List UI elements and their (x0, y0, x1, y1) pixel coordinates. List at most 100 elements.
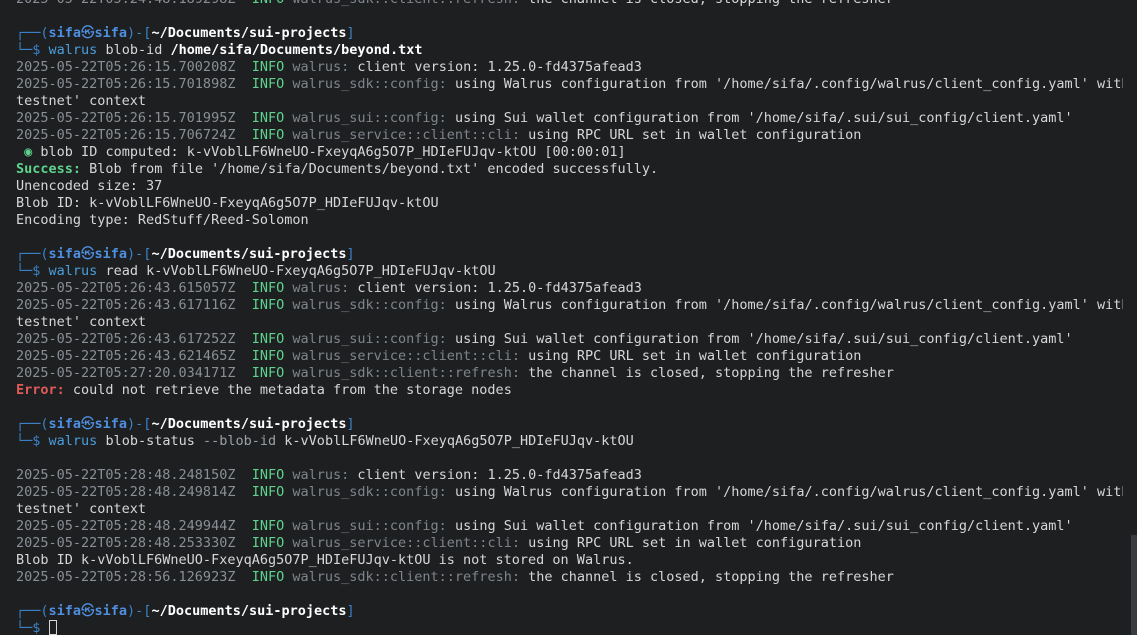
prompt-dollar: $ (32, 42, 41, 58)
log-message: using Walrus configuration from '/home/s… (454, 484, 1123, 500)
command-argument: blob-id (105, 42, 171, 58)
prompt-bracket: ] (346, 416, 355, 432)
command-argument: --blob-id (203, 433, 277, 449)
prompt-box-corner: └─ (16, 620, 33, 635)
prompt-separator: )-[ (127, 25, 152, 41)
output-line: testnet' context (16, 314, 1123, 331)
output-text: testnet' context (16, 501, 147, 517)
command-argument: read k-vVoblLF6WneUO-FxeyqA6g5O7P_HDIeFU… (105, 263, 496, 279)
log-line: 2025-05-22T05:26:15.701995Z INFO walrus_… (16, 110, 1123, 127)
log-timestamp: 2025-05-22T05:28:48.253330Z (16, 535, 236, 551)
command-line: └─$ walrus read k-vVoblLF6WneUO-FxeyqA6g… (16, 263, 1123, 280)
log-timestamp: 2025-05-22T05:28:48.248150Z (16, 467, 236, 483)
log-line: 2025-05-22T05:28:48.249944Z INFO walrus_… (16, 518, 1123, 535)
log-level: INFO (251, 535, 285, 551)
progress-line: ◉ blob ID computed: k-vVoblLF6WneUO-Fxey… (16, 144, 1123, 161)
terminal-scrollbar[interactable] (1129, 0, 1137, 635)
terminal-cursor[interactable] (48, 620, 57, 635)
prompt-header: ┌──(sifa㉿sifa)-[~/Documents/sui-projects… (16, 246, 1123, 263)
log-timestamp: 2025-05-22T05:26:43.617252Z (16, 331, 236, 347)
prompt-separator: )-[ (127, 416, 152, 432)
prompt-user: sifa (48, 246, 82, 262)
prompt-skull-icon: ㉿ (81, 603, 95, 619)
log-timestamp: 2025-05-22T05:28:56.126923Z (16, 569, 236, 585)
prompt-bracket: ] (346, 25, 355, 41)
log-module: walrus_service::client::cli: (292, 127, 520, 143)
log-message: client version: 1.25.0-fd4375afead3 (357, 280, 642, 296)
log-level: INFO (252, 0, 285, 7)
log-timestamp: 2025-05-22T05:28:48.249944Z (16, 518, 236, 534)
prompt-host: sifa (94, 246, 128, 262)
log-module: walrus_sdk::config: (292, 76, 447, 92)
log-line: 2025-05-22T05:24:48.189298Z INFO walrus_… (16, 0, 1123, 8)
output-line: Blob ID k-vVoblLF6WneUO-FxeyqA6g5O7P_HDI… (16, 552, 1123, 569)
log-message: using Walrus configuration from '/home/s… (454, 76, 1123, 92)
log-level: INFO (251, 348, 285, 364)
log-line: 2025-05-22T05:26:43.615057Z INFO walrus:… (16, 280, 1123, 297)
command-name: walrus (48, 263, 98, 279)
prompt-host: sifa (94, 416, 128, 432)
prompt-cwd: ~/Documents/sui-projects (151, 246, 347, 262)
log-message: client version: 1.25.0-fd4375afead3 (357, 467, 642, 483)
log-module: walrus: (292, 280, 350, 296)
error-line: Error: could not retrieve the metadata f… (16, 382, 1123, 399)
log-line: 2025-05-22T05:26:15.700208Z INFO walrus:… (16, 59, 1123, 76)
log-module: walrus_sdk::config: (292, 484, 447, 500)
log-module: walrus_sui::config: (292, 110, 447, 126)
spinner-icon: ◉ (24, 144, 33, 160)
log-timestamp: 2025-05-22T05:24:48.189298Z (16, 0, 235, 7)
prompt-header: ┌──(sifa㉿sifa)-[~/Documents/sui-projects… (16, 416, 1123, 433)
log-message: the channel is closed, stopping the refr… (528, 569, 894, 585)
log-message: using Sui wallet configuration from '/ho… (454, 518, 1073, 534)
terminal-window[interactable]: 2025-05-22T05:24:48.189298Z INFO walrus_… (0, 0, 1129, 635)
prompt-user: sifa (48, 416, 82, 432)
log-line: 2025-05-22T05:26:43.617116Z INFO walrus_… (16, 297, 1123, 314)
log-level: INFO (251, 365, 285, 381)
output-text: testnet' context (16, 314, 147, 330)
progress-text: blob ID computed: k-vVoblLF6WneUO-FxeyqA… (40, 144, 626, 160)
log-message: client version: 1.25.0-fd4375afead3 (357, 59, 642, 75)
log-timestamp: 2025-05-22T05:26:15.701898Z (16, 76, 236, 92)
prompt-user: sifa (48, 603, 82, 619)
output-text: Blob ID: k-vVoblLF6WneUO-FxeyqA6g5O7P_HD… (16, 195, 439, 211)
log-level: INFO (251, 467, 285, 483)
log-module: walrus: (292, 59, 350, 75)
log-module: walrus_sdk::client::refresh: (292, 569, 520, 585)
log-level: INFO (251, 59, 285, 75)
log-message: using Walrus configuration from '/home/s… (454, 297, 1123, 313)
log-timestamp: 2025-05-22T05:26:43.621465Z (16, 348, 236, 364)
log-module: walrus: (292, 467, 350, 483)
prompt-box-corner: └─ (16, 433, 33, 449)
log-timestamp: 2025-05-22T05:26:15.706724Z (16, 127, 236, 143)
log-level: INFO (251, 331, 285, 347)
log-message: using RPC URL set in wallet configuratio… (528, 348, 862, 364)
log-timestamp: 2025-05-22T05:28:48.249814Z (16, 484, 236, 500)
log-module: walrus_service::client::cli: (292, 348, 520, 364)
log-line: 2025-05-22T05:26:43.621465Z INFO walrus_… (16, 348, 1123, 365)
prompt-box-corner: └─ (16, 263, 33, 279)
log-line: 2025-05-22T05:26:15.701898Z INFO walrus_… (16, 76, 1123, 93)
scrollbar-thumb[interactable] (1131, 535, 1137, 635)
log-level: INFO (251, 127, 285, 143)
command-name: walrus (48, 433, 98, 449)
output-text: Encoding type: RedStuff/Reed-Solomon (16, 212, 309, 228)
log-line: 2025-05-22T05:26:43.617252Z INFO walrus_… (16, 331, 1123, 348)
log-line: 2025-05-22T05:28:56.126923Z INFO walrus_… (16, 569, 1123, 586)
log-line: 2025-05-22T05:28:48.249814Z INFO walrus_… (16, 484, 1123, 501)
output-text: testnet' context (16, 93, 147, 109)
prompt-box-corner: ┌──( (16, 246, 49, 262)
command-argument: blob-status (105, 433, 204, 449)
active-prompt-line[interactable]: └─$ (16, 620, 1123, 635)
log-module: walrus_sdk::client::refresh: (292, 365, 520, 381)
command-line: └─$ walrus blob-id /home/sifa/Documents/… (16, 42, 1123, 59)
prompt-cwd: ~/Documents/sui-projects (151, 416, 347, 432)
prompt-host: sifa (94, 603, 128, 619)
prompt-dollar: $ (32, 433, 41, 449)
prompt-header: ┌──(sifa㉿sifa)-[~/Documents/sui-projects… (16, 25, 1123, 42)
log-message: using RPC URL set in wallet configuratio… (528, 535, 862, 551)
log-level: INFO (251, 297, 285, 313)
prompt-dollar: $ (32, 263, 41, 279)
